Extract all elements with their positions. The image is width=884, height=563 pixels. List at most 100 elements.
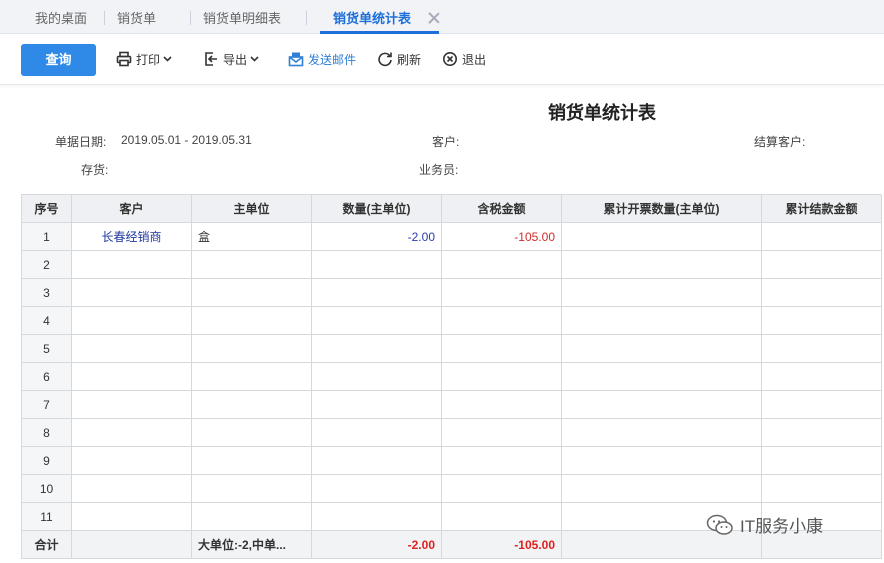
invoiced-qty-cell bbox=[561, 222, 762, 251]
row-index: 8 bbox=[21, 418, 72, 447]
cell bbox=[561, 306, 762, 335]
cell bbox=[441, 306, 562, 335]
cell bbox=[191, 334, 312, 363]
exit-button[interactable]: 退出 bbox=[442, 49, 486, 69]
printer-icon bbox=[116, 51, 132, 67]
cell bbox=[441, 250, 562, 279]
table-row[interactable]: 2 bbox=[21, 250, 882, 279]
row-index: 6 bbox=[21, 362, 72, 391]
table-row[interactable]: 8 bbox=[21, 418, 882, 447]
tab-sales-statistics[interactable]: 销货单统计表 bbox=[320, 0, 440, 34]
row-index: 7 bbox=[21, 390, 72, 419]
query-button[interactable]: 查询 bbox=[21, 44, 96, 76]
cell bbox=[441, 278, 562, 307]
export-button[interactable]: 导出 bbox=[203, 49, 263, 69]
cell bbox=[441, 474, 562, 503]
close-circle-icon bbox=[443, 52, 457, 66]
cell bbox=[441, 362, 562, 391]
row-index: 5 bbox=[21, 334, 72, 363]
table-row[interactable]: 4 bbox=[21, 306, 882, 335]
cell bbox=[191, 418, 312, 447]
tab-sales-order[interactable]: 销货单 bbox=[117, 0, 156, 34]
print-button[interactable]: 打印 bbox=[116, 49, 176, 69]
tab-separator bbox=[190, 11, 191, 25]
cell bbox=[311, 250, 442, 279]
customer-label: 客户: bbox=[432, 135, 460, 149]
column-header[interactable]: 累计结款金额 bbox=[761, 194, 882, 223]
cell bbox=[441, 446, 562, 475]
cell bbox=[191, 474, 312, 503]
tab-sales-detail[interactable]: 销货单明细表 bbox=[203, 0, 281, 34]
tab-separator bbox=[104, 11, 105, 25]
cell bbox=[311, 334, 442, 363]
cell bbox=[561, 250, 762, 279]
chevron-down-icon bbox=[250, 56, 259, 62]
table-row[interactable]: 10 bbox=[21, 474, 882, 503]
column-header[interactable]: 含税金额 bbox=[441, 194, 562, 223]
cell bbox=[761, 446, 882, 475]
cell bbox=[71, 446, 192, 475]
table-row[interactable]: 6 bbox=[21, 362, 882, 391]
cell bbox=[191, 362, 312, 391]
cell bbox=[761, 474, 882, 503]
cell bbox=[441, 418, 562, 447]
cell bbox=[311, 446, 442, 475]
tab-bar: 我的桌面 销货单 销货单明细表 销货单统计表 bbox=[0, 0, 884, 34]
cell bbox=[71, 418, 192, 447]
watermark: IT服务小康 bbox=[706, 512, 823, 537]
row-index: 3 bbox=[21, 278, 72, 307]
cell bbox=[761, 418, 882, 447]
row-index: 4 bbox=[21, 306, 72, 335]
watermark-text: IT服务小康 bbox=[740, 517, 824, 536]
cell bbox=[71, 474, 192, 503]
export-label: 导出 bbox=[223, 52, 248, 67]
cell bbox=[561, 390, 762, 419]
statistics-table: 序号 客户 主单位 数量(主单位) 含税金额 累计开票数量(主单位) 累计结款金… bbox=[21, 194, 882, 559]
cell bbox=[191, 250, 312, 279]
cell bbox=[311, 390, 442, 419]
export-icon bbox=[205, 52, 217, 66]
send-mail-label: 发送邮件 bbox=[308, 52, 357, 67]
cell bbox=[71, 306, 192, 335]
report-title: 销货单统计表 bbox=[548, 103, 656, 123]
cell bbox=[191, 306, 312, 335]
cell bbox=[561, 278, 762, 307]
cell bbox=[71, 502, 192, 531]
close-icon[interactable] bbox=[428, 12, 440, 24]
cell bbox=[71, 278, 192, 307]
salesperson-label: 业务员: bbox=[419, 163, 459, 177]
cell bbox=[561, 362, 762, 391]
total-quantity-cell: -2.00 bbox=[311, 530, 442, 559]
cell bbox=[71, 334, 192, 363]
cell bbox=[761, 390, 882, 419]
column-header[interactable]: 客户 bbox=[71, 194, 192, 223]
row-index: 11 bbox=[21, 502, 72, 531]
mail-icon bbox=[288, 52, 304, 67]
chevron-down-icon bbox=[163, 56, 172, 62]
customer-cell[interactable]: 长春经销商 bbox=[71, 222, 192, 251]
wechat-icon bbox=[706, 514, 733, 535]
cell bbox=[311, 502, 442, 531]
refresh-button[interactable]: 刷新 bbox=[377, 49, 421, 69]
active-tab-indicator bbox=[320, 31, 440, 34]
cell bbox=[71, 530, 192, 559]
total-amount-cell: -105.00 bbox=[441, 530, 562, 559]
cell bbox=[761, 278, 882, 307]
cell bbox=[441, 390, 562, 419]
column-header[interactable]: 累计开票数量(主单位) bbox=[561, 194, 762, 223]
column-header[interactable]: 序号 bbox=[21, 194, 72, 223]
table-row[interactable]: 9 bbox=[21, 446, 882, 475]
date-label: 单据日期: bbox=[55, 135, 107, 149]
tab-desktop[interactable]: 我的桌面 bbox=[35, 0, 87, 34]
send-mail-button[interactable]: 发送邮件 bbox=[288, 49, 356, 69]
table-row[interactable]: 7 bbox=[21, 390, 882, 419]
column-header[interactable]: 主单位 bbox=[191, 194, 312, 223]
column-header[interactable]: 数量(主单位) bbox=[311, 194, 442, 223]
table-header-row: 序号 客户 主单位 数量(主单位) 含税金额 累计开票数量(主单位) 累计结款金… bbox=[21, 194, 882, 223]
table-row[interactable]: 3 bbox=[21, 278, 882, 307]
stock-label: 存货: bbox=[81, 163, 109, 177]
table-row[interactable]: 1 长春经销商 盒 -2.00 -105.00 bbox=[21, 222, 882, 251]
table-row[interactable]: 5 bbox=[21, 334, 882, 363]
cell bbox=[441, 334, 562, 363]
row-index: 9 bbox=[21, 446, 72, 475]
